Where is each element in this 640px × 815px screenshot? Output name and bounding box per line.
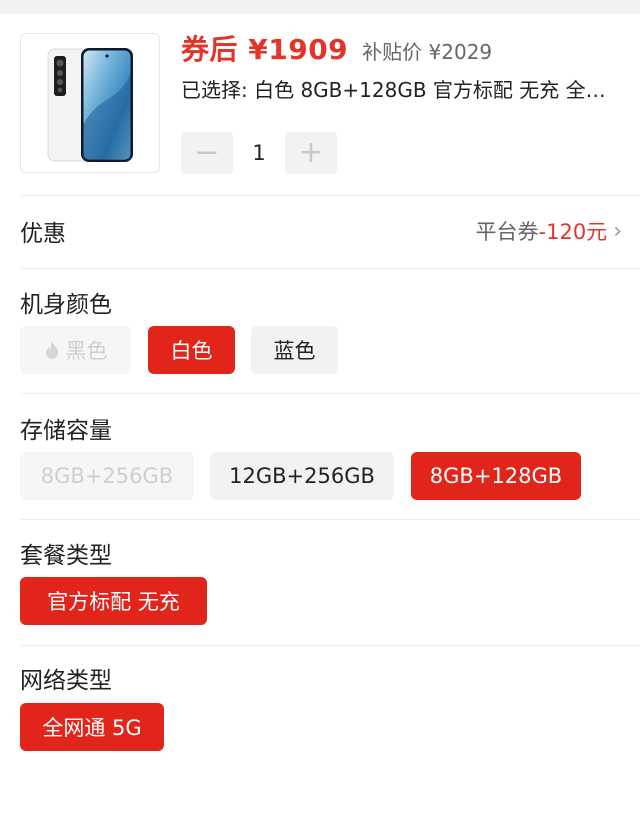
coupon-platform: 平台券 [475,220,539,244]
selected-summary: 已选择: 白色 8GB+128GB 官方标配 无充 全网通 5G [181,78,621,102]
coupon-label: 优惠 [20,221,66,247]
option-storage-8-256[interactable]: 8GB+256GB [20,452,194,500]
divider [20,393,640,394]
divider [20,268,640,269]
option-label: 8GB+128GB [429,464,563,488]
coupon-amount: -120元 [538,220,608,244]
option-label: 12GB+256GB [229,464,375,488]
option-label: 蓝色 [273,339,316,363]
option-label: 全网通 5G [42,716,142,740]
phone-image [47,48,133,162]
price-row: 券后 ¥1909 补贴价 ¥2029 [181,28,492,70]
storage-section-title: 存储容量 [20,418,112,444]
plus-button[interactable]: + [285,132,337,174]
chevron-right-icon: › [613,218,622,244]
option-storage-8-128[interactable]: 8GB+128GB [411,452,581,500]
divider [20,645,640,646]
option-color-white[interactable]: 白色 [148,326,235,374]
option-label: 8GB+256GB [40,464,174,488]
quantity-stepper: − 1 + [181,132,337,174]
option-label: 黑色 [65,339,108,363]
flame-icon [45,341,58,359]
divider [20,195,640,196]
network-section-title: 网络类型 [20,668,112,694]
product-image[interactable] [20,33,160,173]
option-color-blue[interactable]: 蓝色 [251,326,338,374]
color-section-title: 机身颜色 [20,292,112,318]
option-storage-12-256[interactable]: 12GB+256GB [210,452,394,500]
minus-button[interactable]: − [181,132,233,174]
package-section-title: 套餐类型 [20,543,112,569]
option-label: 官方标配 无充 [47,590,180,614]
option-network-5g[interactable]: 全网通 5G [20,703,164,751]
coupon-price: 券后 ¥1909 [181,33,349,66]
option-package-standard[interactable]: 官方标配 无充 [20,577,207,625]
top-strip [0,0,640,14]
option-label: 白色 [170,339,213,363]
divider [20,519,640,520]
option-color-black[interactable]: 黑色 [20,326,131,374]
subsidy-price: 补贴价 ¥2029 [362,40,493,64]
quantity-value[interactable]: 1 [233,141,285,165]
coupon-selector[interactable]: 平台券 -120元 › [476,216,622,246]
